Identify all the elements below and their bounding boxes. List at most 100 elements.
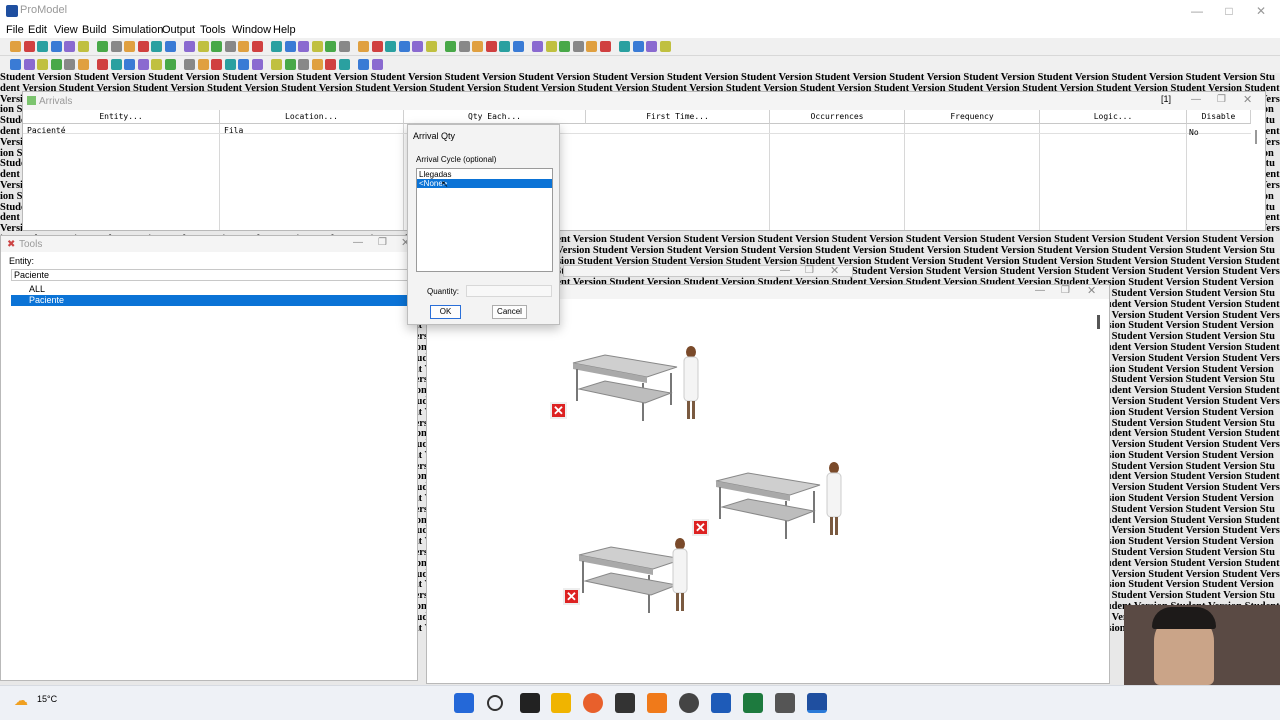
toolbar-button-1-30-icon[interactable] — [445, 41, 456, 52]
col-disable[interactable]: Disable — [1187, 110, 1251, 124]
toolbar-button-1-38-icon[interactable] — [559, 41, 570, 52]
toolbar-button-2-1-icon[interactable] — [23, 59, 35, 70]
weather-temp[interactable]: 15°C — [37, 694, 57, 704]
hidden-minimize-icon[interactable]: — — [780, 265, 790, 276]
toolbar-button-1-39-icon[interactable] — [572, 41, 584, 52]
cycle-option-none[interactable]: <None> — [417, 179, 552, 188]
toolbar-button-1-7-icon[interactable] — [110, 41, 122, 52]
excel-icon[interactable] — [743, 693, 763, 713]
arrivals-restore-icon[interactable]: ❐ — [1217, 94, 1226, 105]
cell-disable[interactable]: No — [1189, 128, 1199, 137]
toolbar-button-1-9-icon[interactable] — [137, 41, 149, 52]
col-location[interactable]: Location... — [220, 110, 404, 124]
toolbar-button-1-20-icon[interactable] — [298, 41, 309, 52]
toolbar-button-1-31-icon[interactable] — [458, 41, 470, 52]
menu-window[interactable]: Window — [232, 24, 271, 36]
firefox-icon[interactable] — [583, 693, 603, 713]
cancel-button[interactable]: Cancel — [492, 305, 527, 319]
toolbar-button-2-21-icon[interactable] — [311, 59, 323, 70]
quantity-field[interactable] — [466, 285, 552, 297]
file-explorer-icon[interactable] — [551, 693, 571, 713]
toolbar-button-1-22-icon[interactable] — [325, 41, 336, 52]
toolbar-button-1-37-icon[interactable] — [545, 41, 557, 52]
toolbar-button-1-2-icon[interactable] — [37, 41, 48, 52]
ok-button[interactable]: OK — [430, 305, 461, 319]
toolbar-button-2-24-icon[interactable] — [358, 59, 369, 70]
menu-help[interactable]: Help — [273, 24, 296, 36]
toolbar-button-1-11-icon[interactable] — [164, 41, 176, 52]
toolbar-button-1-23-icon[interactable] — [338, 41, 350, 52]
toolbar-button-2-23-icon[interactable] — [338, 59, 350, 70]
menu-view[interactable]: View — [54, 24, 78, 36]
toolbar-button-2-19-icon[interactable] — [284, 59, 296, 70]
toolbar-button-1-40-icon[interactable] — [586, 41, 597, 52]
cycle-option-llegadas[interactable]: Llegadas — [418, 170, 451, 179]
toolbar-button-1-16-icon[interactable] — [238, 41, 249, 52]
toolbar-button-1-8-icon[interactable] — [124, 41, 135, 52]
entity-list-item-paciente[interactable]: Paciente — [11, 295, 411, 306]
toolbar-button-1-45-icon[interactable] — [659, 41, 671, 52]
entity-select[interactable]: Paciente — [11, 269, 411, 281]
start-icon[interactable] — [454, 693, 474, 713]
toolbar-button-1-10-icon[interactable] — [151, 41, 162, 52]
toolbar-button-1-15-icon[interactable] — [224, 41, 236, 52]
toolbar-button-1-25-icon[interactable] — [371, 41, 383, 52]
col-entity[interactable]: Entity... — [23, 110, 220, 124]
toolbar-button-1-28-icon[interactable] — [412, 41, 423, 52]
menu-build[interactable]: Build — [82, 24, 106, 36]
toolbar-button-1-26-icon[interactable] — [385, 41, 396, 52]
toolbar-button-1-29-icon[interactable] — [425, 41, 437, 52]
col-frequency[interactable]: Frequency — [905, 110, 1040, 124]
layout-scrollbar[interactable] — [1097, 315, 1100, 329]
layout-close-icon[interactable]: ✕ — [1087, 284, 1096, 297]
app-orange-icon[interactable] — [647, 693, 667, 713]
arrival-cycle-list[interactable]: Llegadas <None> ↖ — [416, 168, 553, 272]
toolbar-button-1-19-icon[interactable] — [284, 41, 296, 52]
toolbar-button-2-11-icon[interactable] — [164, 59, 176, 70]
toolbar-button-1-41-icon[interactable] — [599, 41, 611, 52]
tools-minimize-icon[interactable]: — — [353, 237, 363, 248]
menu-output[interactable]: Output — [162, 24, 195, 36]
promodel-taskbar-icon[interactable] — [807, 693, 827, 713]
toolbar-button-1-36-icon[interactable] — [532, 41, 543, 52]
col-qty-each[interactable]: Qty Each... — [404, 110, 586, 124]
arrivals-scrollbar[interactable] — [1255, 130, 1257, 144]
menu-tools[interactable]: Tools — [200, 24, 226, 36]
arrivals-minimize-icon[interactable]: — — [1191, 94, 1201, 105]
terminal-icon[interactable] — [615, 693, 635, 713]
close-icon[interactable]: ✕ — [1246, 2, 1276, 20]
entity-list[interactable]: ALL Paciente — [11, 284, 411, 308]
toolbar-button-1-44-icon[interactable] — [646, 41, 657, 52]
toolbar-button-1-18-icon[interactable] — [271, 41, 282, 52]
toolbar-button-1-24-icon[interactable] — [358, 41, 369, 52]
layout-restore-icon[interactable]: ❐ — [1061, 285, 1070, 296]
hidden-close-icon[interactable]: ✕ — [830, 264, 839, 277]
toolbar-button-1-4-icon[interactable] — [64, 41, 75, 52]
toolbar-button-2-10-icon[interactable] — [151, 59, 162, 70]
toolbar-button-2-4-icon[interactable] — [64, 59, 75, 70]
toolbar-button-2-6-icon[interactable] — [97, 59, 108, 70]
word-icon[interactable] — [711, 693, 731, 713]
toolbar-button-1-17-icon[interactable] — [251, 41, 263, 52]
toolbar-button-1-27-icon[interactable] — [398, 41, 410, 52]
toolbar-button-1-12-icon[interactable] — [184, 41, 195, 52]
toolbar-button-2-2-icon[interactable] — [37, 59, 48, 70]
toolbar-button-2-8-icon[interactable] — [124, 59, 135, 70]
col-occurrences[interactable]: Occurrences — [770, 110, 905, 124]
toolbar-button-1-21-icon[interactable] — [311, 41, 323, 52]
hidden-restore-icon[interactable]: ❐ — [805, 265, 814, 276]
toolbar-button-2-14-icon[interactable] — [211, 59, 222, 70]
toolbar-button-1-6-icon[interactable] — [97, 41, 108, 52]
toolbar-button-2-22-icon[interactable] — [325, 59, 336, 70]
toolbar-button-1-1-icon[interactable] — [23, 41, 35, 52]
toolbar-button-2-13-icon[interactable] — [197, 59, 209, 70]
toolbar-button-2-9-icon[interactable] — [137, 59, 149, 70]
cell-entity[interactable]: Pacienté — [27, 126, 66, 135]
col-logic[interactable]: Logic... — [1040, 110, 1187, 124]
layout-minimize-icon[interactable]: — — [1035, 285, 1045, 296]
toolbar-button-2-16-icon[interactable] — [238, 59, 249, 70]
toolbar-button-2-7-icon[interactable] — [110, 59, 122, 70]
toolbar-button-2-3-icon[interactable] — [50, 59, 62, 70]
toolbar-button-1-14-icon[interactable] — [211, 41, 222, 52]
maximize-icon[interactable]: □ — [1214, 2, 1244, 20]
